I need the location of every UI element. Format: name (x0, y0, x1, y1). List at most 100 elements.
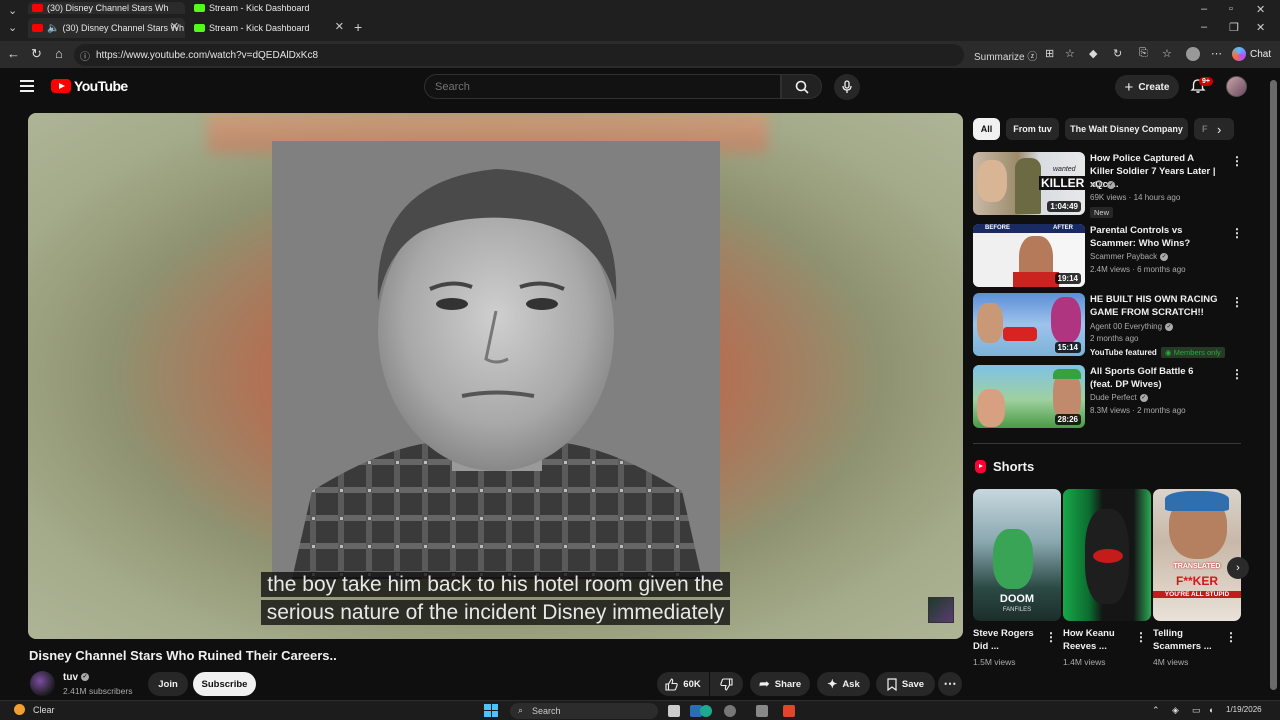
favorites-icon[interactable]: ☆ (1162, 47, 1172, 60)
account-avatar[interactable] (1226, 76, 1247, 97)
video-title[interactable]: All Sports Golf Battle 6 (feat. DP Wives… (1090, 365, 1218, 391)
video-thumbnail[interactable]: wanted KILLER 1:04:49 (973, 152, 1085, 215)
tray-chevron-icon[interactable]: ⌃ (1152, 705, 1160, 716)
dislike-button[interactable] (710, 672, 743, 696)
more-actions-icon[interactable]: ⋯ (938, 672, 962, 696)
summarize-button[interactable]: Summarize ⓩ (974, 48, 1037, 63)
video-thumbnail[interactable]: 15:14 (973, 293, 1085, 356)
app-icon[interactable] (724, 705, 736, 717)
more-vert-icon[interactable]: ⋮ (1135, 630, 1147, 644)
video-thumbnail[interactable]: BEFORE AFTER 19:14 (973, 224, 1085, 287)
short-thumbnail[interactable]: DOOM FANFILES (973, 489, 1061, 621)
short-item[interactable]: DOOM FANFILES Steve Rogers Did ... 1.5M … (973, 489, 1061, 667)
close-tab-icon[interactable]: ✕ (170, 20, 179, 33)
ask-button[interactable]: ✦ Ask (817, 672, 870, 696)
join-button[interactable]: Join (148, 672, 188, 696)
apps-icon[interactable]: ⊞ (1045, 47, 1054, 60)
volume-icon[interactable]: ◖ (1208, 705, 1213, 715)
restore-icon[interactable]: ❐ (1229, 21, 1239, 34)
weather-widget[interactable]: Clear (14, 704, 55, 715)
short-title[interactable]: Telling Scammers ... (1153, 627, 1223, 653)
channel-name[interactable]: Agent 00 Everything ✓ (1090, 322, 1174, 331)
tab-actions-icon[interactable]: ⌄ (8, 21, 17, 34)
video-thumbnail[interactable]: 28:26 (973, 365, 1085, 428)
chip-walt-disney[interactable]: The Walt Disney Company (1065, 118, 1188, 140)
more-vert-icon[interactable]: ⋮ (1225, 630, 1237, 644)
copilot-chat-button[interactable]: Chat (1232, 45, 1274, 63)
like-button[interactable]: 60K (657, 672, 709, 696)
more-vert-icon[interactable]: ⋮ (1231, 295, 1243, 309)
minimize-icon[interactable]: – (1201, 3, 1207, 15)
save-button[interactable]: Save (876, 672, 935, 696)
page-scrollbar[interactable] (1268, 68, 1280, 700)
scrollbar-thumb[interactable] (1270, 80, 1277, 690)
chip-all[interactable]: All (973, 118, 1000, 140)
network-icon[interactable]: ▭ (1192, 705, 1201, 716)
menu-icon[interactable] (20, 80, 34, 92)
short-title[interactable]: How Keanu Reeves ... (1063, 627, 1133, 653)
chevron-right-icon[interactable]: › (1217, 122, 1221, 137)
tab-list-icon[interactable]: ⌄ (8, 4, 17, 17)
recommendation-item[interactable]: 28:26 All Sports Golf Battle 6 (feat. DP… (973, 365, 1243, 429)
short-thumbnail[interactable] (1063, 489, 1151, 621)
search-input[interactable] (424, 74, 781, 99)
close-window-icon[interactable]: ✕ (1256, 3, 1265, 16)
collections-icon[interactable]: ⎘ (1139, 47, 1148, 60)
short-title[interactable]: Steve Rogers Did ... (973, 627, 1043, 653)
back-icon[interactable]: ← (7, 46, 20, 61)
tab-youtube-ghost[interactable]: (30) Disney Channel Stars Wh (28, 2, 185, 14)
channel-name[interactable]: tuv ✓ (63, 672, 89, 683)
home-icon[interactable]: ⌂ (55, 46, 63, 61)
share-button[interactable]: ➦ Share (750, 672, 810, 696)
subscribe-button[interactable]: Subscribe (193, 672, 256, 696)
taskbar-search[interactable]: ⌕ Search (510, 703, 658, 719)
short-thumbnail[interactable]: TRANSLATED F**KER YOU'RE ALL STUPID (1153, 489, 1241, 621)
channel-name[interactable]: Dude Perfect ✓ (1090, 393, 1148, 402)
more-vert-icon[interactable]: ⋮ (1045, 630, 1057, 644)
refresh-ext-icon[interactable]: ↻ (1113, 47, 1122, 60)
minimize-icon[interactable]: – (1201, 21, 1207, 33)
more-vert-icon[interactable]: ⋮ (1231, 154, 1243, 168)
channel-watermark[interactable] (928, 597, 954, 623)
tab-kick[interactable]: Stream - Kick Dashboard ✕ (190, 18, 350, 38)
youtube-logo[interactable]: YouTube (51, 78, 128, 94)
site-info-icon[interactable]: ⓘ (80, 48, 90, 63)
tray-icon[interactable]: ◈ (1172, 705, 1179, 716)
short-item[interactable]: How Keanu Reeves ... 1.4M views ⋮ (1063, 489, 1151, 667)
tab-youtube[interactable]: 🔈 (30) Disney Channel Stars Wh ✕ (28, 18, 185, 38)
more-options-icon[interactable]: ⋯ (1211, 47, 1222, 60)
address-bar[interactable]: ⓘ https://www.youtube.com/watch?v=dQEDAl… (74, 44, 964, 66)
video-title[interactable]: Parental Controls vs Scammer: Who Wins? (1090, 224, 1218, 250)
voice-search-button[interactable] (834, 74, 860, 100)
video-title[interactable]: HE BUILT HIS OWN RACING GAME FROM SCRATC… (1090, 293, 1218, 319)
reload-icon[interactable]: ↻ (31, 46, 42, 62)
extension-icon[interactable]: ◆ (1089, 47, 1097, 60)
channel-avatar[interactable] (30, 671, 55, 696)
recommendation-item[interactable]: BEFORE AFTER 19:14 Parental Controls vs … (973, 224, 1243, 288)
search-button[interactable] (781, 74, 822, 99)
speaker-icon[interactable]: 🔈 (47, 23, 59, 34)
channel-name[interactable]: Scammer Payback ✓ (1090, 252, 1169, 261)
channel-name[interactable]: xQc ✓ (1090, 180, 1116, 189)
close-tab-icon[interactable]: ✕ (335, 20, 344, 33)
maximize-icon[interactable]: ▫ (1229, 3, 1233, 15)
app-icon[interactable] (756, 705, 768, 717)
video-player[interactable]: the boy take him back to his hotel room … (28, 113, 963, 639)
more-vert-icon[interactable]: ⋮ (1231, 367, 1243, 381)
task-view-icon[interactable] (668, 705, 680, 717)
create-button[interactable]: + Create (1115, 75, 1179, 99)
more-vert-icon[interactable]: ⋮ (1231, 226, 1243, 240)
recommendation-item[interactable]: wanted KILLER 1:04:49 How Police Capture… (973, 152, 1243, 218)
edge-icon[interactable] (700, 705, 712, 717)
brave-icon[interactable] (783, 705, 795, 717)
new-tab-icon[interactable]: + (354, 19, 362, 35)
chip-from-tuv[interactable]: From tuv (1006, 118, 1059, 140)
favorite-star-icon[interactable]: ☆ (1065, 47, 1075, 60)
chip-partial[interactable]: F (1194, 118, 1234, 140)
taskbar-date[interactable]: 1/19/2026 (1226, 705, 1262, 714)
windows-start-icon[interactable] (484, 704, 498, 717)
close-window-icon[interactable]: ✕ (1256, 21, 1265, 34)
tab-kick-ghost[interactable]: Stream - Kick Dashboard (190, 2, 350, 14)
profile-icon[interactable] (1186, 47, 1200, 61)
short-item[interactable]: TRANSLATED F**KER YOU'RE ALL STUPID Tell… (1153, 489, 1241, 667)
